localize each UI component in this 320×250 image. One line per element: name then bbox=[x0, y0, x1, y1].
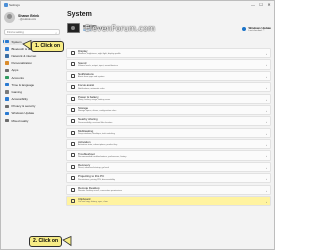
callout-step-2: 2. Click on bbox=[29, 236, 63, 247]
settings-window: Settings — ☐ ✕ Shawn Brink ...@outlook.c… bbox=[0, 0, 275, 250]
callout-2-arrow bbox=[62, 235, 72, 247]
callout-arrows bbox=[22, 39, 72, 247]
callout-1-arrow bbox=[22, 39, 32, 51]
